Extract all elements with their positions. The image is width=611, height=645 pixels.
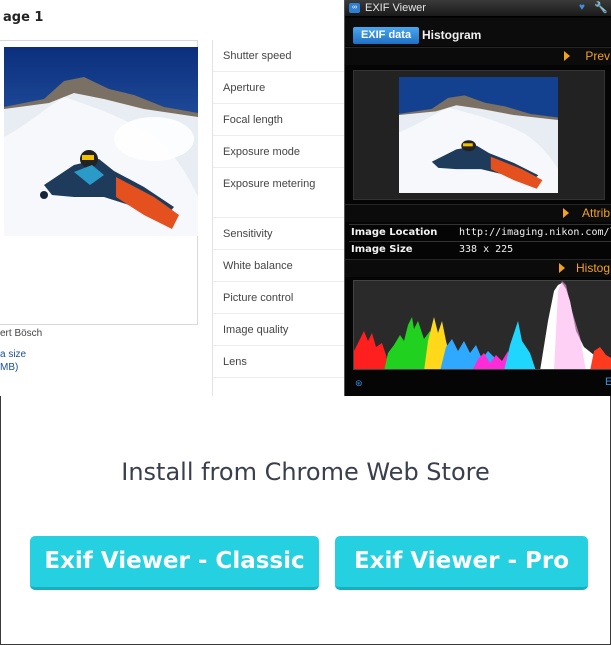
snowboarder-photo-image [4,47,198,236]
preview-thumbnail-image [399,77,558,193]
info-icon[interactable]: ⊛ [355,378,363,389]
original-size-link-line2: MB) [0,362,19,373]
property-exposure-metering: Exposure metering [213,168,347,218]
screenshot-panel: age 1 ert Bösch a size MB) Shutter speed… [0,0,611,396]
property-lens: Lens [213,346,347,378]
section-arrow-icon [563,208,569,218]
property-focal-length: Focal length [213,104,347,136]
page-title: age 1 [3,10,44,25]
property-picture-control: Picture control [213,282,347,314]
photo-credit: ert Bösch [0,328,43,339]
exif-properties-list: Shutter speed Aperture Focal length Expo… [212,40,347,396]
original-size-link-line1[interactable]: a size [0,348,26,361]
preview-thumbnail [399,77,558,193]
heart-icon[interactable]: ♥ [579,2,585,13]
wrench-icon[interactable]: 🔧 [594,1,608,14]
section-label-attributes[interactable]: Attrib [582,206,610,220]
exif-viewer-panel: ∞ EXIF Viewer ♥ 🔧 EXIF data Histogram Pr… [344,0,611,396]
histogram-graph [353,280,611,370]
property-shutter-speed: Shutter speed [213,40,347,72]
viewer-title: EXIF Viewer [365,2,426,14]
table-row: Image Size 338 x 225 [349,241,611,258]
property-image-quality: Image quality [213,314,347,346]
property-exposure-mode: Exposure mode [213,136,347,168]
section-header-attributes[interactable]: Attrib [345,204,611,222]
exif-viewer-classic-button[interactable]: Exif Viewer - Classic [30,536,319,590]
exif-viewer-pro-button[interactable]: Exif Viewer - Pro [335,536,588,590]
table-row: Image Location http://imaging.nikon.com/… [349,224,611,241]
section-arrow-icon [559,263,565,273]
attribute-value: http://imaging.nikon.com/line [459,227,611,238]
section-label-preview[interactable]: Prev [585,49,610,63]
section-arrow-icon [564,51,570,61]
viewer-tabs: EXIF data Histogram [345,18,611,46]
section-header-preview[interactable]: Prev [345,47,611,65]
viewer-titlebar: ∞ EXIF Viewer ♥ 🔧 [345,0,611,17]
snowboarder-photo[interactable] [4,47,198,236]
viewer-preview-area [353,70,605,200]
histogram-graph-image [354,281,611,369]
attribute-key: Image Size [351,244,413,255]
footer-letter[interactable]: E [605,376,611,388]
tab-histogram[interactable]: Histogram [422,27,481,44]
tab-exif-data[interactable]: EXIF data [353,27,419,44]
property-white-balance: White balance [213,250,347,282]
exif-viewer-logo-icon: ∞ [349,3,360,13]
property-aperture: Aperture [213,72,347,104]
section-label-histogram[interactable]: Histog [576,261,610,275]
property-sensitivity: Sensitivity [213,218,347,250]
attribute-value: 338 x 225 [459,244,514,255]
attributes-table: Image Location http://imaging.nikon.com/… [349,224,611,258]
attribute-key: Image Location [351,227,438,238]
original-size-link[interactable]: a size MB) [0,348,26,374]
section-header-histogram[interactable]: Histog [345,259,611,277]
install-heading: Install from Chrome Web Store [121,458,490,486]
